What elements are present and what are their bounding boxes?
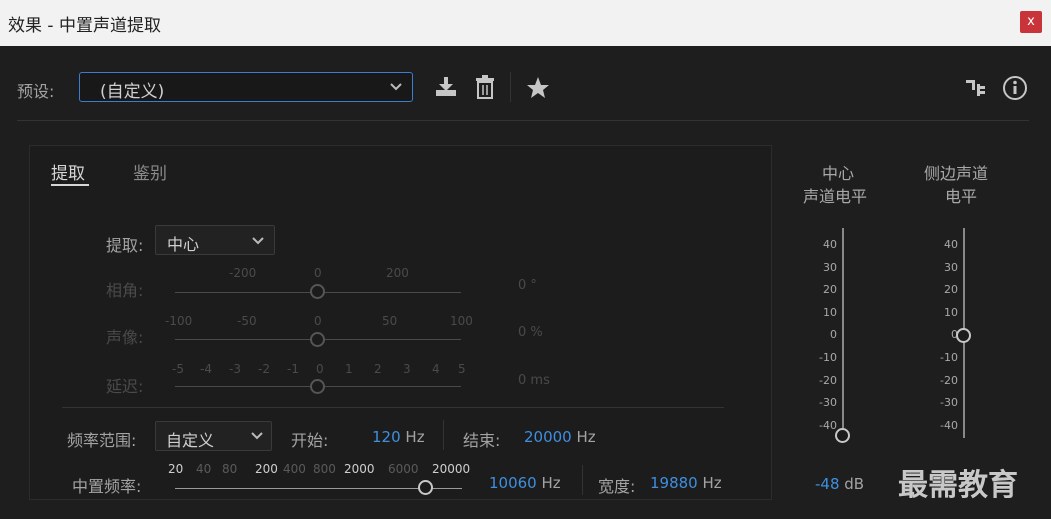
preset-label: 预设: <box>17 82 55 101</box>
center-meter-knob[interactable] <box>835 427 850 443</box>
phase-slider-knob[interactable] <box>310 284 325 299</box>
meter-scale-label: 30 <box>823 260 837 274</box>
meter-scale-label: 10 <box>944 305 958 319</box>
image-tick: -50 <box>237 314 257 328</box>
meter-scale-label: 20 <box>944 283 958 297</box>
start-label: 开始: <box>291 431 329 450</box>
active-tab-underline <box>51 184 89 186</box>
center-meter-track <box>842 228 844 438</box>
meter-scale-label: -10 <box>940 351 958 364</box>
start-value[interactable]: 120 Hz <box>372 428 425 446</box>
star-icon[interactable] <box>526 76 550 100</box>
image-tick: -100 <box>165 314 193 328</box>
width-label: 宽度: <box>598 477 636 496</box>
center-freq-label: 中置频率: <box>72 477 142 496</box>
end-label: 结束: <box>463 431 501 450</box>
delay-tick: 4 <box>432 362 440 376</box>
side-meter-knob[interactable] <box>956 328 971 344</box>
side-meter-title-line2: 电平 <box>945 187 978 206</box>
phase-value[interactable]: 0 ° <box>518 278 537 293</box>
center-freq-tick: 800 <box>313 462 336 476</box>
chevron-down-icon <box>252 237 264 245</box>
meter-scale-label: -20 <box>940 373 958 387</box>
delay-tick: -2 <box>258 362 270 376</box>
center-freq-tick: 20 <box>168 462 184 476</box>
delay-slider-knob[interactable] <box>310 379 325 394</box>
center-freq-tick: 40 <box>196 462 212 476</box>
chevron-down-icon <box>251 432 263 440</box>
title-bar: 效果 - 中置声道提取 x <box>0 0 1051 46</box>
phase-tick: 0 <box>314 266 322 280</box>
delay-tick: 1 <box>345 362 353 376</box>
delay-tick: 2 <box>374 362 382 376</box>
center-freq-tick: 400 <box>283 462 306 476</box>
delay-tick: -4 <box>200 362 212 376</box>
delay-tick: 0 <box>316 362 324 376</box>
delay-label: 延迟: <box>106 377 144 396</box>
image-label: 声像: <box>106 328 144 347</box>
center-freq-tick: 20000 <box>432 462 471 476</box>
delay-tick: -1 <box>287 362 299 376</box>
delay-tick: 3 <box>403 362 411 376</box>
center-freq-slider-knob[interactable] <box>418 480 433 495</box>
image-value[interactable]: 0 % <box>518 325 543 340</box>
phase-tick: -200 <box>229 266 257 280</box>
delay-value[interactable]: 0 ms <box>518 373 550 388</box>
tab-extract[interactable]: 提取 <box>51 159 85 184</box>
meter-scale-label: 40 <box>823 238 837 251</box>
routing-icon[interactable] <box>965 78 987 98</box>
meter-scale-label: -20 <box>819 373 837 387</box>
chevron-down-icon <box>390 83 402 91</box>
center-freq-tick: 80 <box>222 462 238 476</box>
meter-scale-label: 30 <box>944 260 958 274</box>
field-divider <box>443 420 444 450</box>
window-title: 效果 - 中置声道提取 <box>8 16 161 36</box>
side-meter-title-line1: 侧边声道 <box>924 164 989 183</box>
freq-range-value: 自定义 <box>166 431 215 450</box>
info-icon[interactable] <box>1002 75 1028 101</box>
center-meter-title-line1: 中心 <box>822 164 855 183</box>
meter-scale-label: 0 <box>951 328 958 342</box>
extraction-panel <box>29 145 772 500</box>
watermark: 最需教育 <box>898 468 1018 503</box>
tab-discriminate[interactable]: 鉴别 <box>133 159 167 184</box>
toolbar-divider <box>510 72 511 102</box>
meter-scale-label: 40 <box>944 238 958 251</box>
center-freq-tick: 2000 <box>344 462 375 476</box>
image-slider-knob[interactable] <box>310 332 325 347</box>
meter-scale-label: -30 <box>819 396 837 410</box>
delay-tick: 5 <box>458 362 466 376</box>
meter-scale-label: -40 <box>940 418 958 432</box>
image-tick: 50 <box>382 314 398 328</box>
delay-tick: -5 <box>172 362 184 376</box>
center-meter-title-line2: 声道电平 <box>803 187 868 206</box>
width-value[interactable]: 19880 Hz <box>650 474 722 492</box>
download-preset-icon[interactable] <box>433 75 459 99</box>
image-tick: 100 <box>450 314 473 328</box>
preset-value: (自定义) <box>100 82 165 102</box>
meter-scale-label: 20 <box>823 283 837 297</box>
center-freq-value[interactable]: 10060 Hz <box>489 474 561 492</box>
meter-scale-label: -40 <box>819 418 837 432</box>
trash-icon[interactable] <box>474 74 496 100</box>
header-divider <box>17 120 1029 121</box>
meter-scale-label: -10 <box>819 351 837 364</box>
center-freq-tick: 6000 <box>388 462 419 476</box>
extract-value: 中心 <box>167 235 200 254</box>
center-meter-value[interactable]: -48 dB <box>815 475 864 493</box>
phase-tick: 200 <box>386 266 409 280</box>
delay-tick: -3 <box>229 362 241 376</box>
close-button[interactable]: x <box>1020 11 1042 33</box>
freq-range-label: 频率范围: <box>67 431 137 450</box>
center-freq-tick: 200 <box>255 462 278 476</box>
meter-scale-label: -30 <box>940 396 958 410</box>
meter-scale-label: 10 <box>823 305 837 319</box>
phase-label: 相角: <box>106 281 144 300</box>
image-tick: 0 <box>314 314 322 328</box>
extract-label: 提取: <box>106 236 144 255</box>
field-divider <box>582 465 583 495</box>
end-value[interactable]: 20000 Hz <box>524 428 596 446</box>
meter-scale-label: 0 <box>830 328 837 342</box>
section-divider <box>62 407 724 408</box>
